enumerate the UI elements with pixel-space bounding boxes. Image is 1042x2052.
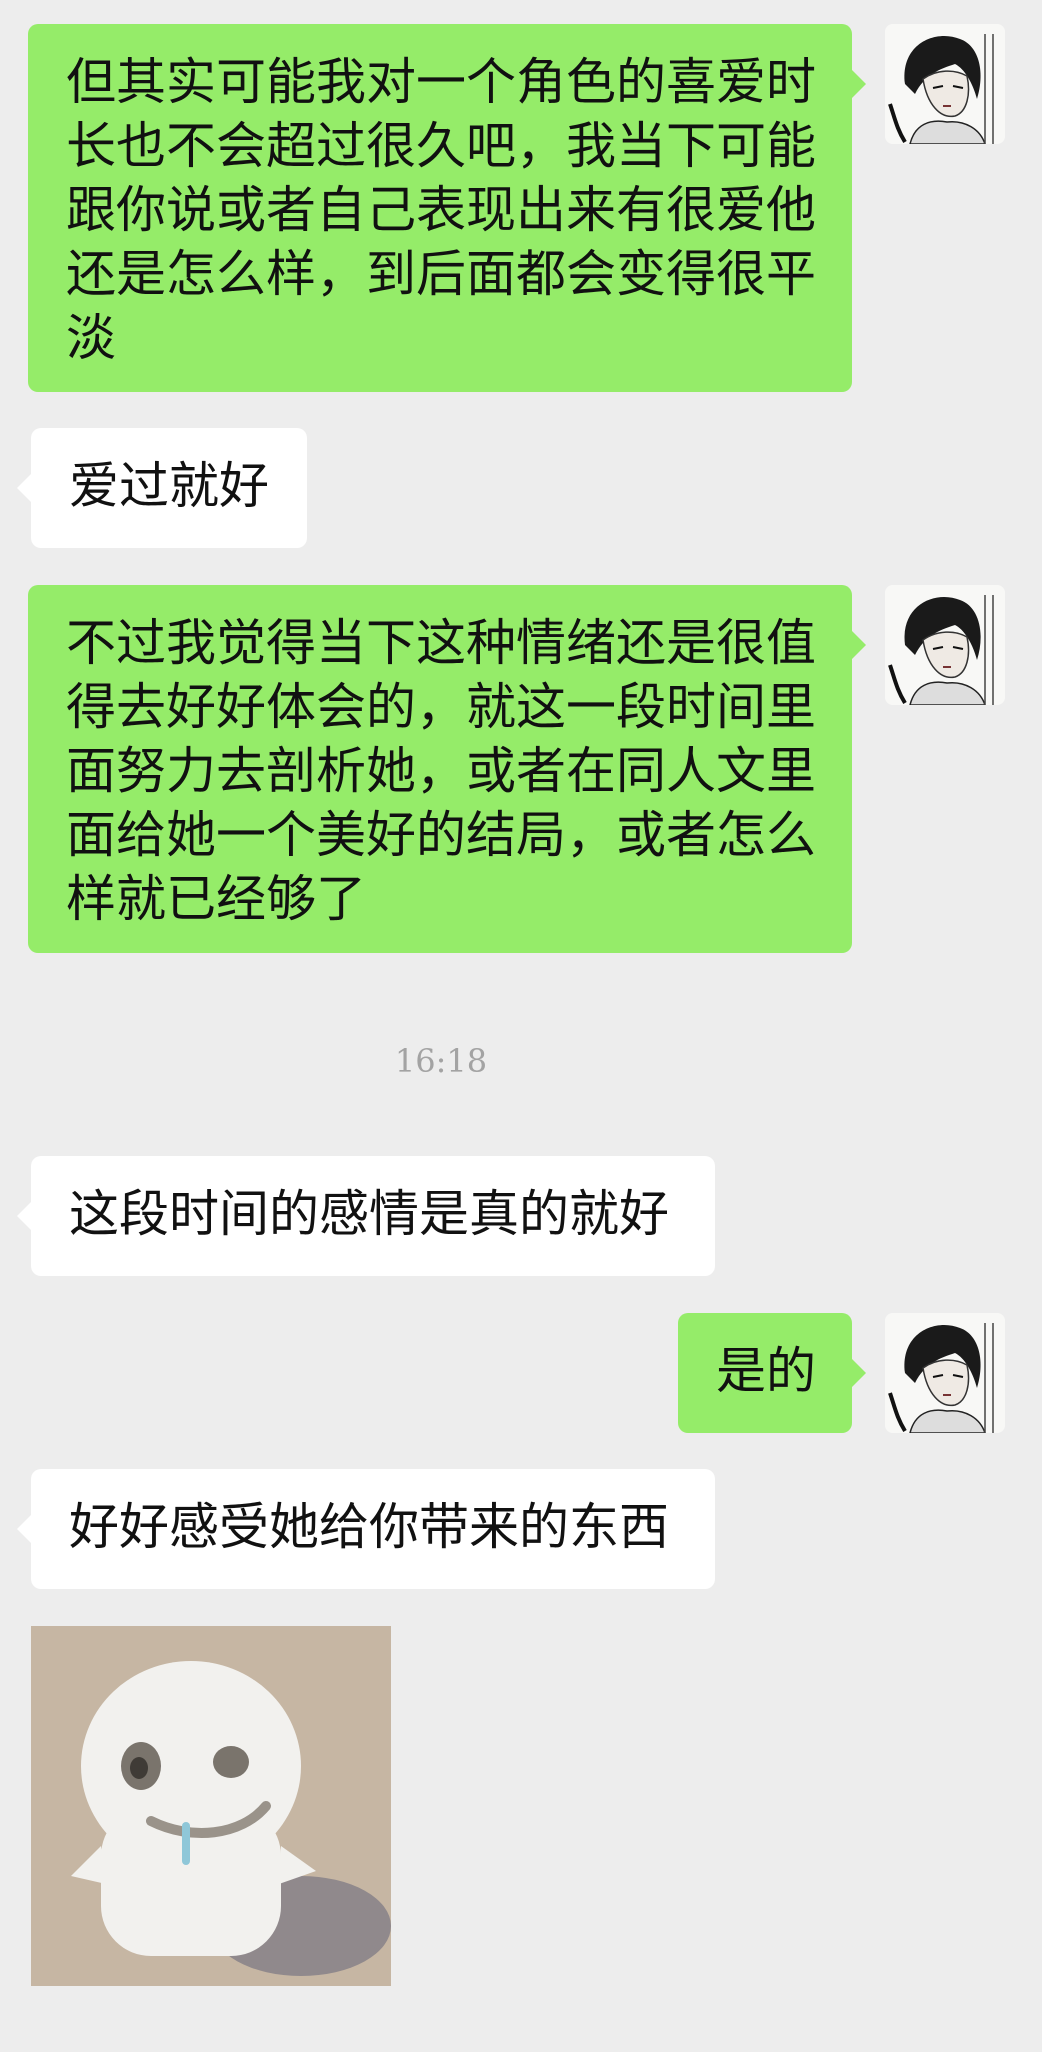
- avatar[interactable]: [885, 585, 1005, 705]
- message-bubble-incoming[interactable]: 爱过就好: [17, 428, 307, 548]
- message-bubble-outgoing[interactable]: 但其实可能我对一个角色的喜爱时长也不会超过很久吧，我当下可能跟你说或者自己表现出…: [28, 24, 866, 392]
- message-bubble-outgoing[interactable]: 不过我觉得当下这种情绪还是很值得去好好体会的，就这一段时间里面努力去剖析她，或者…: [28, 585, 866, 953]
- avatar-portrait-icon: [885, 1313, 1005, 1433]
- avatar[interactable]: [885, 24, 1005, 144]
- message-bubble-incoming[interactable]: 这段时间的感情是真的就好: [17, 1156, 715, 1276]
- timestamp: 16:18: [394, 1042, 488, 1080]
- crying-blob-sticker-icon: [31, 1626, 391, 1986]
- avatar-portrait-icon: [885, 24, 1005, 144]
- message-bubble-outgoing[interactable]: 是的: [678, 1313, 866, 1433]
- sticker-image[interactable]: [31, 1626, 391, 1986]
- avatar[interactable]: [885, 1313, 1005, 1433]
- avatar-portrait-icon: [885, 585, 1005, 705]
- message-bubble-incoming[interactable]: 好好感受她给你带来的东西: [17, 1469, 715, 1589]
